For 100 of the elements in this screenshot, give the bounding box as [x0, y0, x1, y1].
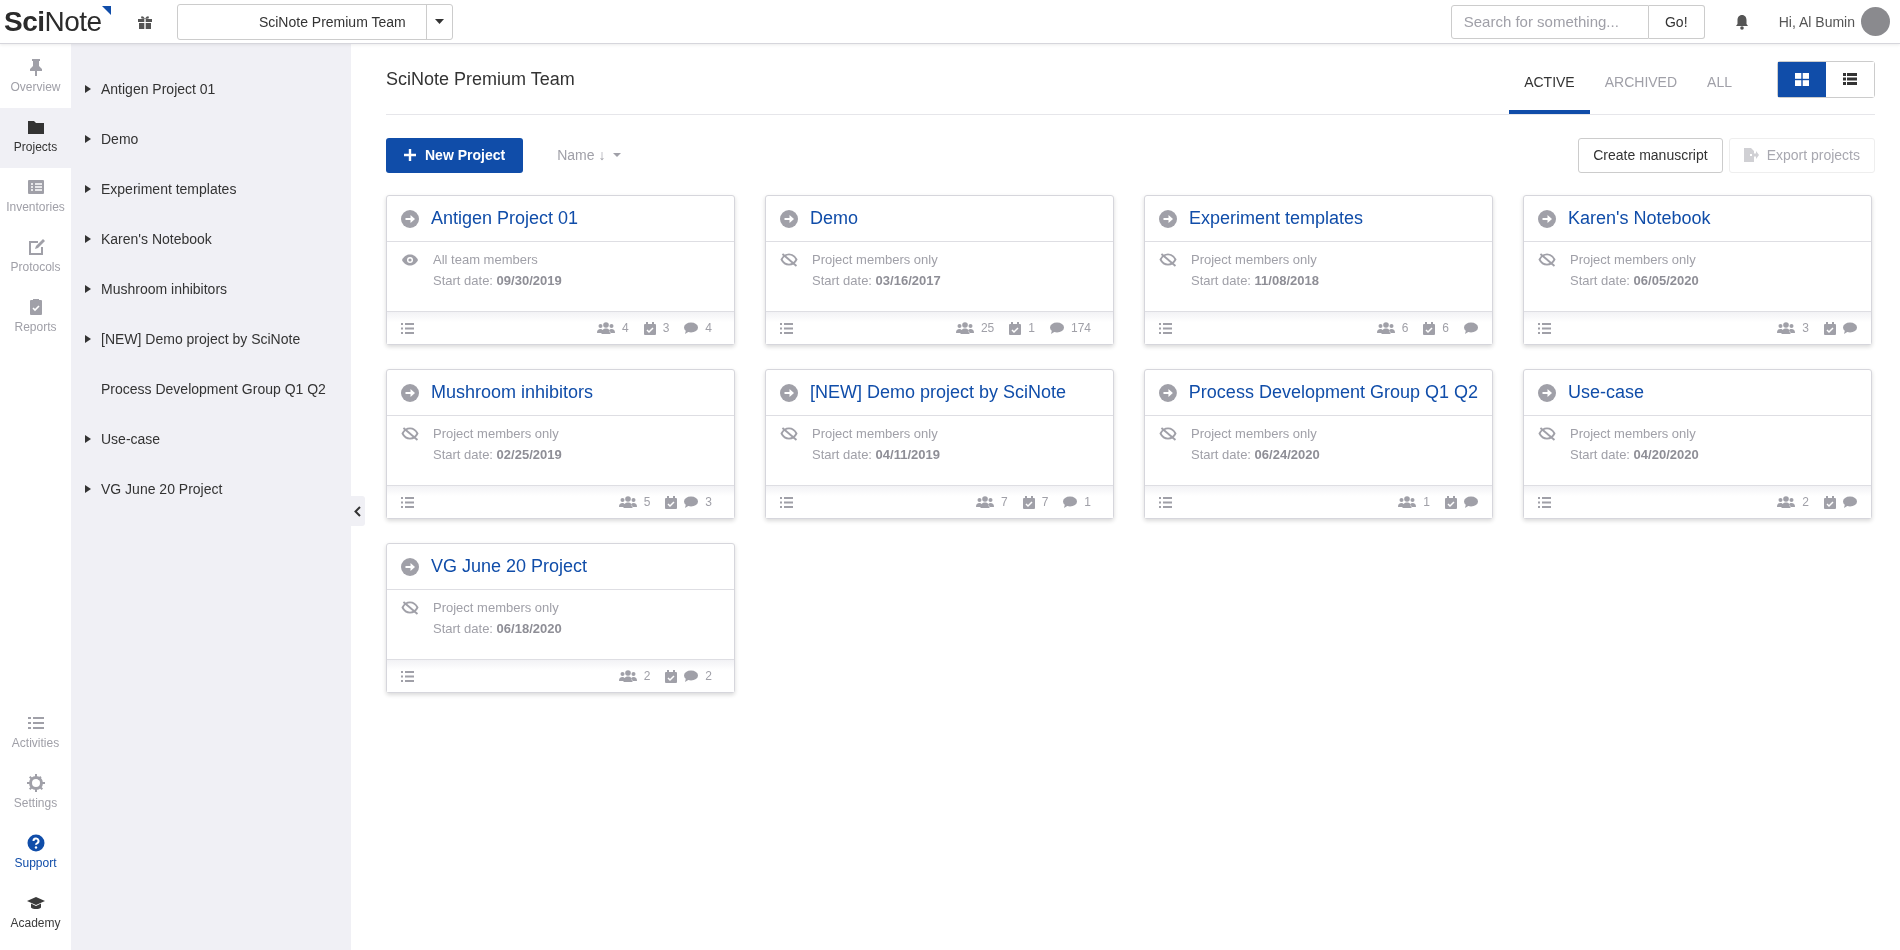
start-date: Start date: 06/18/2020	[433, 621, 563, 636]
member-count: 2	[1802, 495, 1809, 509]
arrow-circle-icon[interactable]	[1159, 383, 1177, 402]
project-title-link[interactable]: [NEW] Demo project by SciNote	[810, 382, 1067, 403]
team-dropdown[interactable]: SciNote Premium Team	[176, 3, 453, 40]
visibility-text: Project members only	[812, 252, 939, 267]
list-icon[interactable]	[401, 496, 414, 508]
collapse-button[interactable]	[349, 496, 365, 526]
eye-slash-icon	[1538, 252, 1556, 267]
page-title: SciNote Premium Team	[386, 68, 576, 90]
arrow-circle-icon[interactable]	[1159, 209, 1177, 228]
start-date: Start date: 03/16/2017	[812, 273, 942, 288]
eye-slash-icon	[1159, 252, 1177, 267]
project-title-link[interactable]: Antigen Project 01	[431, 208, 579, 229]
list-icon[interactable]	[1538, 322, 1551, 334]
visibility-text: Project members only	[433, 426, 560, 441]
avatar[interactable]	[1861, 7, 1890, 36]
nav-item[interactable]: Support	[0, 824, 71, 884]
tree-item[interactable]: Use-case	[101, 431, 161, 447]
arrow-circle-icon[interactable]	[401, 209, 419, 228]
list-icon[interactable]	[780, 322, 793, 334]
caret-icon[interactable]	[85, 335, 91, 343]
users-icon	[596, 322, 615, 334]
bell-icon[interactable]	[1734, 13, 1749, 30]
list-icon[interactable]	[1538, 496, 1551, 508]
search-field[interactable]: Search for something...	[1450, 4, 1649, 39]
users-icon	[1777, 496, 1796, 508]
project-title-link[interactable]: Use-case	[1568, 382, 1645, 403]
member-count: 2	[643, 669, 651, 683]
arrow-circle-icon[interactable]	[780, 209, 798, 228]
project-title-link[interactable]: VG June 20 Project	[431, 556, 588, 577]
task-count: 6	[1442, 321, 1449, 335]
tree-item[interactable]: Experiment templates	[101, 181, 237, 197]
tree-item[interactable]: [NEW] Demo project by SciNote	[101, 331, 301, 347]
eye-slash-icon	[401, 600, 419, 615]
eye-slash-icon	[780, 426, 798, 441]
arrow-circle-icon[interactable]	[1538, 383, 1556, 402]
list-icon[interactable]	[401, 322, 414, 334]
new-project-button[interactable]: New Project	[386, 137, 524, 173]
grid-icon	[1795, 72, 1809, 86]
list-icon[interactable]	[1159, 496, 1172, 508]
start-date: Start date: 06/05/2020	[1570, 273, 1700, 288]
project-title-link[interactable]: Karen's Notebook	[1568, 208, 1711, 229]
users-icon	[1398, 496, 1417, 508]
calendar-check-icon	[1423, 321, 1436, 335]
tree-item[interactable]: Demo	[101, 131, 139, 147]
list-icon[interactable]	[1159, 322, 1172, 334]
member-count: 7	[1000, 495, 1008, 509]
comment-icon	[1464, 322, 1478, 334]
calendar-check-icon	[1445, 495, 1457, 509]
project-title-link[interactable]: Process Development Group Q1 Q2	[1188, 382, 1478, 403]
tab[interactable]: ACTIVE	[1509, 44, 1590, 114]
user-greeting[interactable]: Hi, Al Bumin	[1778, 13, 1855, 30]
visibility-text: Project members only	[812, 426, 939, 441]
eye-slash-icon	[1538, 426, 1556, 441]
tree-item[interactable]: Antigen Project 01	[101, 81, 216, 97]
eye-slash-icon	[780, 252, 798, 267]
calendar-check-icon	[643, 321, 656, 335]
list-icon[interactable]	[401, 670, 414, 682]
nav-item[interactable]: Projects	[0, 108, 71, 168]
start-date: Start date: 11/08/2018	[1191, 273, 1320, 288]
caret-icon[interactable]	[85, 135, 91, 143]
project-title-link[interactable]: Experiment templates	[1189, 208, 1364, 229]
task-count: 1	[1028, 321, 1035, 335]
comment-count: 4	[705, 321, 712, 335]
folder-icon	[26, 118, 45, 136]
users-icon	[618, 496, 637, 508]
nav-item[interactable]: Academy	[0, 884, 71, 944]
users-icon	[1777, 322, 1796, 334]
arrow-circle-icon[interactable]	[401, 557, 419, 576]
arrow-circle-icon[interactable]	[1538, 209, 1556, 228]
caret-icon[interactable]	[85, 485, 91, 493]
list-icon[interactable]	[780, 496, 793, 508]
calendar-check-icon	[1824, 495, 1836, 509]
start-date: Start date: 09/30/2019	[433, 273, 563, 288]
caret-icon[interactable]	[85, 285, 91, 293]
caret-icon	[434, 19, 444, 24]
list-icon	[26, 178, 45, 196]
comment-icon	[1063, 496, 1078, 508]
eye-icon	[401, 252, 419, 267]
caret-icon[interactable]	[85, 235, 91, 243]
caret-icon[interactable]	[85, 85, 91, 93]
project-title-link[interactable]: Demo	[810, 208, 858, 229]
tree-item[interactable]: Process Development Group Q1 Q2	[101, 381, 326, 397]
edit-icon	[26, 238, 45, 256]
tree-item[interactable]: VG June 20 Project	[101, 481, 223, 497]
project-title-link[interactable]: Mushroom inhibitors	[431, 382, 594, 403]
arrow-circle-icon[interactable]	[780, 383, 798, 402]
tree-item[interactable]: Mushroom inhibitors	[101, 281, 228, 297]
member-count: 3	[1802, 321, 1809, 335]
caret-icon[interactable]	[85, 185, 91, 193]
gift-icon[interactable]	[136, 13, 153, 30]
caret-icon[interactable]	[85, 435, 91, 443]
comment-icon	[1049, 322, 1064, 334]
grid-view-button[interactable]	[1778, 61, 1826, 97]
tree-item[interactable]: Karen's Notebook	[101, 231, 212, 247]
create-manuscript-button[interactable]: Create manuscript	[1578, 137, 1723, 173]
search-button[interactable]: Go!	[1648, 4, 1705, 39]
arrow-circle-icon[interactable]	[401, 383, 419, 402]
visibility-text: Project members only	[1570, 426, 1697, 441]
